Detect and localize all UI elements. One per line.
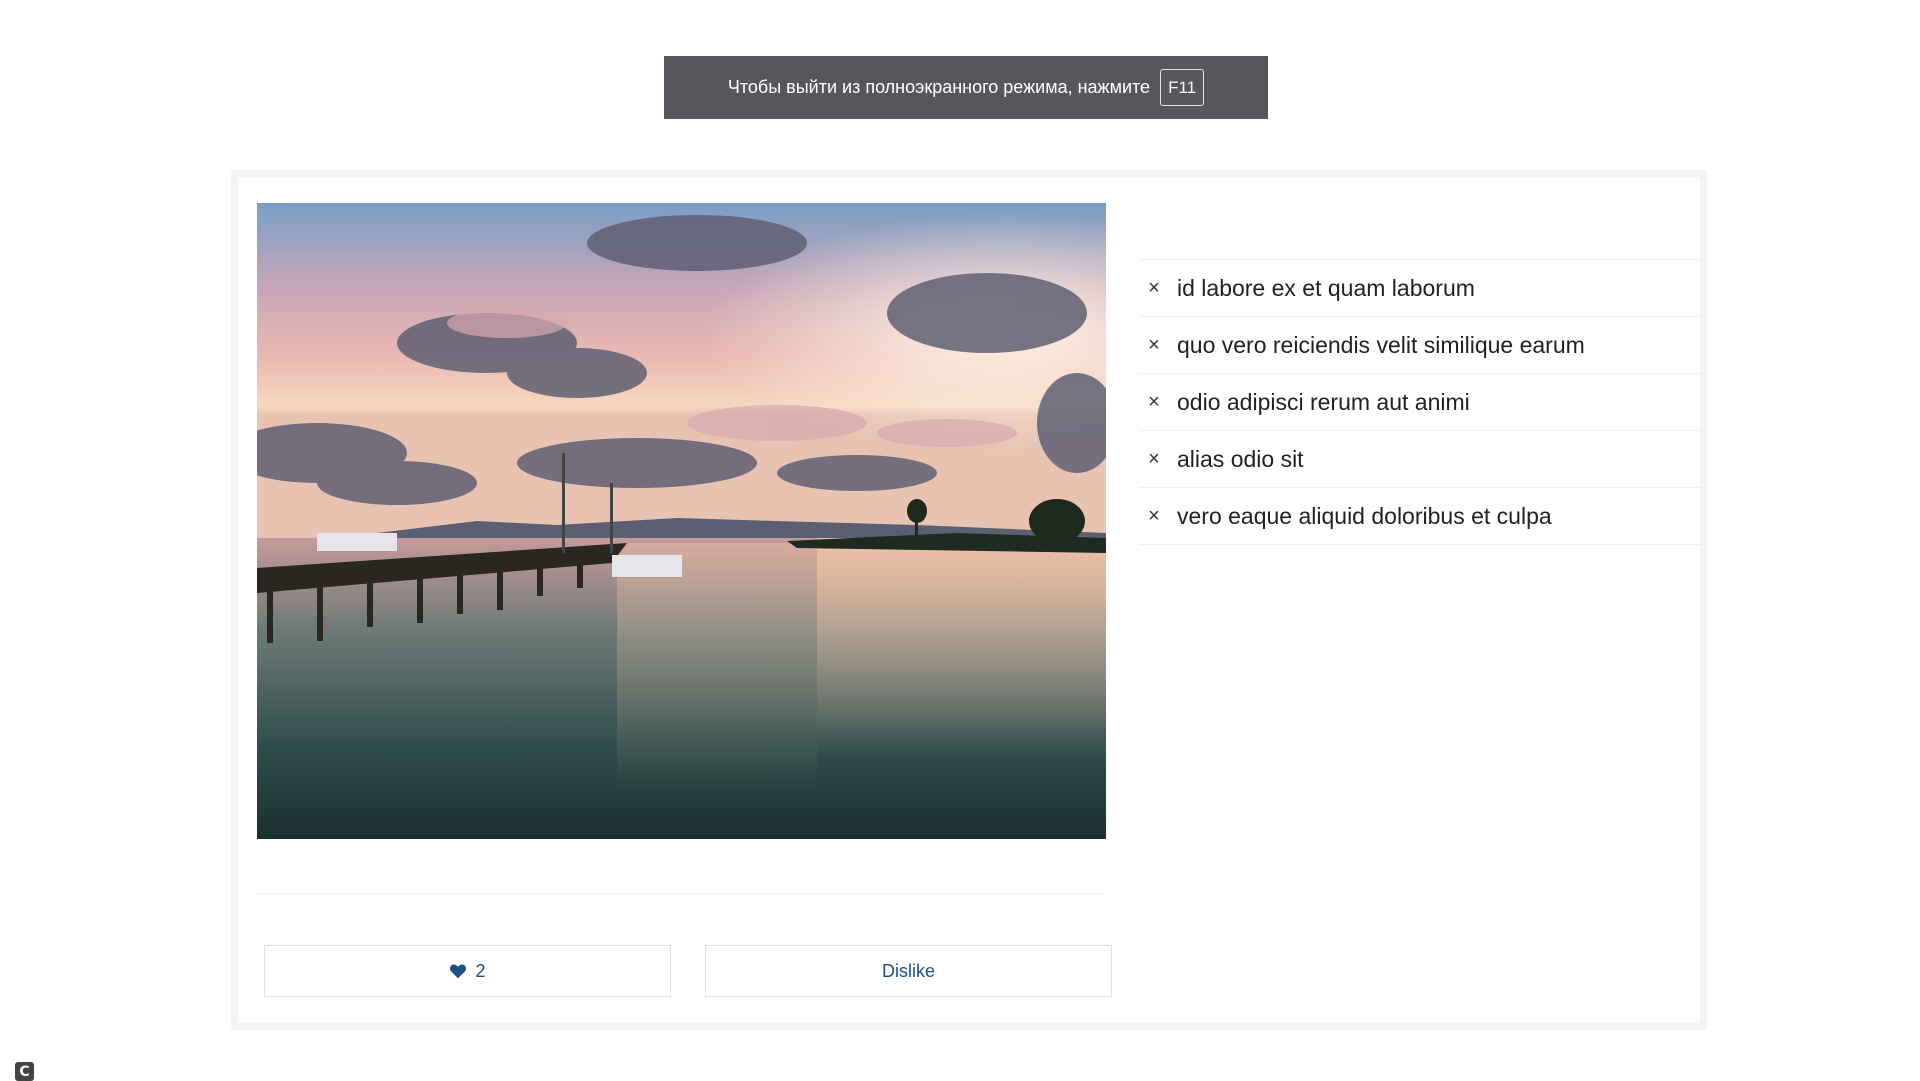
- list-item-label: alias odio sit: [1177, 445, 1304, 472]
- dislike-label: Dislike: [881, 960, 935, 981]
- list-item: × vero eaque aliquid doloribus et culpa: [1139, 488, 1703, 545]
- f11-key-hint: F11: [1160, 69, 1205, 106]
- remove-icon[interactable]: ×: [1139, 391, 1169, 414]
- list-item-label: id labore ex et quam laborum: [1177, 274, 1475, 301]
- list-item: × odio adipisci rerum aut animi: [1139, 374, 1703, 431]
- fullscreen-notice-text: Чтобы выйти из полноэкранного режима, на…: [727, 77, 1151, 97]
- remove-icon[interactable]: ×: [1139, 448, 1169, 471]
- remove-icon[interactable]: ×: [1139, 277, 1169, 300]
- list-item-label: odio adipisci rerum aut animi: [1177, 388, 1470, 415]
- like-count: 2: [475, 960, 486, 981]
- post-photo: [257, 203, 1106, 839]
- list-item: × quo vero reiciendis velit similique ea…: [1139, 317, 1703, 374]
- extension-c-icon[interactable]: C: [15, 1062, 34, 1081]
- like-button[interactable]: 2: [264, 945, 671, 997]
- remove-icon[interactable]: ×: [1139, 334, 1169, 357]
- tag-list: × id labore ex et quam laborum × quo ver…: [1139, 259, 1703, 545]
- dislike-button[interactable]: Dislike: [705, 945, 1112, 997]
- remove-icon[interactable]: ×: [1139, 505, 1169, 528]
- list-item-label: vero eaque aliquid doloribus et culpa: [1177, 502, 1552, 529]
- actions-divider: [257, 893, 1106, 894]
- fullscreen-exit-notice: Чтобы выйти из полноэкранного режима, на…: [664, 56, 1268, 119]
- list-item-label: quo vero reiciendis velit similique earu…: [1177, 331, 1585, 358]
- list-item: × alias odio sit: [1139, 431, 1703, 488]
- list-item: × id labore ex et quam laborum: [1139, 260, 1703, 317]
- heart-icon: [450, 964, 467, 979]
